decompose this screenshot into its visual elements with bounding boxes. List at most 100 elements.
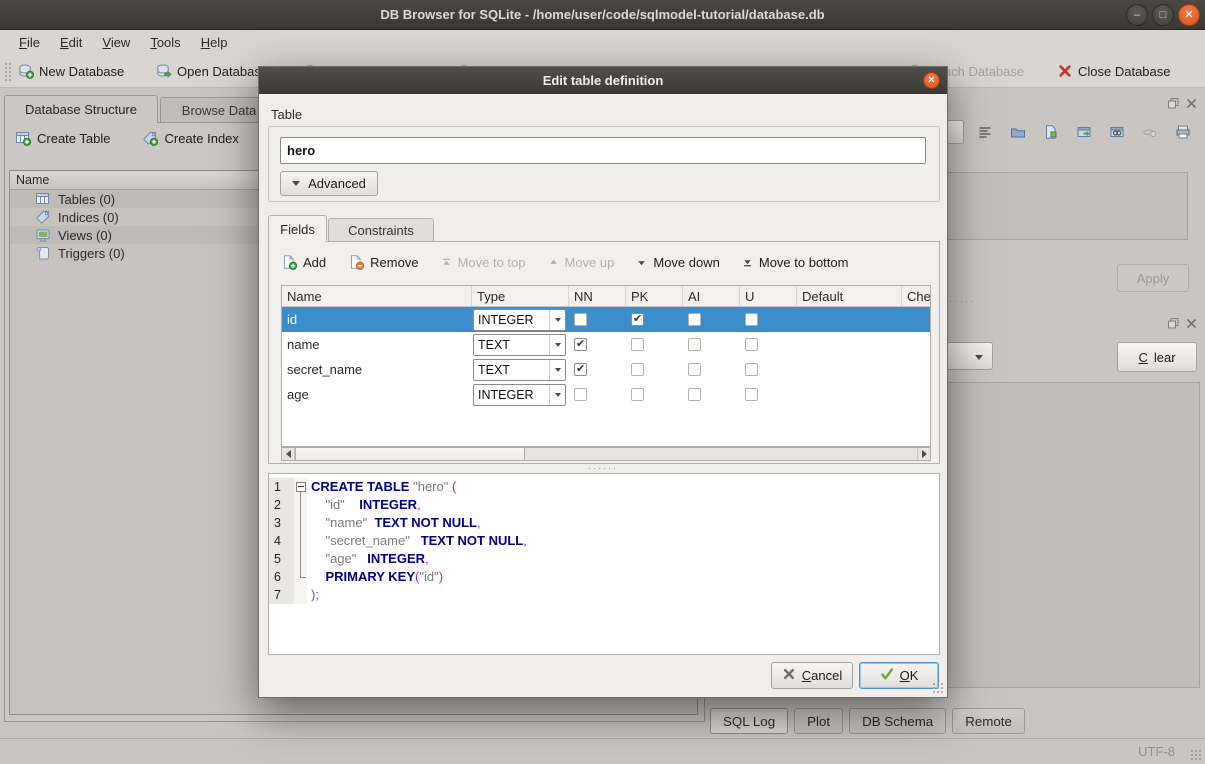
toolbar-grip[interactable] [4,62,11,81]
fold-marker[interactable] [294,532,307,550]
column-header-check[interactable]: Check [902,286,931,306]
field-name-cell[interactable]: age [282,387,472,402]
cell-null-icon[interactable] [1138,120,1162,144]
field-row[interactable]: idINTEGER [282,307,930,332]
scroll-right-icon[interactable] [917,448,930,460]
dock-close-icon[interactable] [1184,316,1198,330]
field-row[interactable]: nameTEXT [282,332,930,357]
dialog-resize-grip[interactable] [932,682,944,694]
cell-export-icon[interactable] [1039,120,1063,144]
apply-button[interactable]: Apply [1117,264,1189,292]
dialog-splitter[interactable]: ······ [259,465,947,471]
chevron-down-icon[interactable] [549,310,565,330]
nn-checkbox[interactable] [574,313,587,326]
sql-preview[interactable]: 1CREATE TABLE "hero" (2 "id" INTEGER,3 "… [268,473,940,655]
ai-checkbox[interactable] [688,313,701,326]
field-name-cell[interactable]: id [282,312,472,327]
move-down-button[interactable]: Move down [636,255,719,270]
toolbar-close-database[interactable]: Close Database [1053,58,1175,84]
tab-sql-log[interactable]: SQL Log [710,708,788,734]
minimize-button[interactable]: – [1126,4,1148,26]
cell-mode-combo[interactable] [948,120,964,144]
chevron-down-icon[interactable] [549,385,565,405]
type-combo[interactable]: TEXT [473,359,566,381]
move-up-button[interactable]: Move up [548,255,615,270]
column-header-nn[interactable]: NN [569,286,626,306]
toolbar-new-database[interactable]: New Database [14,58,128,84]
dialog-close-icon[interactable]: ✕ [923,72,940,89]
fold-marker[interactable] [294,586,307,604]
menu-view[interactable]: View [93,32,139,53]
u-checkbox[interactable] [745,363,758,376]
u-checkbox[interactable] [745,338,758,351]
menu-file[interactable]: File [10,32,49,53]
fold-marker[interactable] [294,496,307,514]
clear-log-button[interactable]: Clear [1117,342,1197,372]
ai-checkbox[interactable] [688,338,701,351]
column-header-pk[interactable]: PK [626,286,683,306]
tab-constraints[interactable]: Constraints [328,218,434,242]
cell-import-icon[interactable] [1006,120,1030,144]
pk-checkbox[interactable] [631,313,644,326]
tab-plot[interactable]: Plot [794,708,843,734]
toolbar-open-database[interactable]: Open Database [152,58,272,84]
create-table-button[interactable]: Create Table [15,130,110,146]
cell-apply-icon[interactable] [1072,120,1096,144]
dock-float-icon[interactable] [1166,316,1180,330]
close-window-button[interactable]: ✕ [1178,4,1200,26]
dock-float-icon[interactable] [1166,96,1180,110]
column-header-name[interactable]: Name [282,286,472,306]
cell-link-icon[interactable] [1105,120,1129,144]
u-checkbox[interactable] [745,313,758,326]
create-index-button[interactable]: Create Index [142,130,238,146]
column-header-u[interactable]: U [740,286,797,306]
scroll-left-icon[interactable] [282,448,295,460]
pk-checkbox[interactable] [631,338,644,351]
pk-checkbox[interactable] [631,388,644,401]
type-combo[interactable]: INTEGER [473,384,566,406]
ok-button[interactable]: OK [859,662,939,689]
type-combo[interactable]: INTEGER [473,309,566,331]
fold-marker[interactable] [294,478,307,496]
fold-marker[interactable] [294,568,307,586]
move-to-top-button[interactable]: Move to top [441,255,526,270]
tab-remote[interactable]: Remote [952,708,1025,734]
ai-checkbox[interactable] [688,363,701,376]
u-checkbox[interactable] [745,388,758,401]
field-row[interactable]: secret_nameTEXT [282,357,930,382]
menu-edit[interactable]: Edit [51,32,91,53]
horizontal-scrollbar[interactable] [281,447,931,461]
nn-checkbox[interactable] [574,363,587,376]
tab-db-schema[interactable]: DB Schema [849,708,946,734]
pk-checkbox[interactable] [631,363,644,376]
add-button[interactable]: Add [281,254,326,270]
tab-fields[interactable]: Fields [268,215,327,242]
cell-print-icon[interactable] [1171,120,1195,144]
cancel-button[interactable]: Cancel [771,662,853,689]
field-row[interactable]: ageINTEGER [282,382,930,407]
scrollbar-thumb[interactable] [295,448,525,460]
nn-checkbox[interactable] [574,388,587,401]
ai-checkbox[interactable] [688,388,701,401]
fold-marker[interactable] [294,550,307,568]
resize-grip[interactable] [1190,749,1203,762]
field-name-cell[interactable]: name [282,337,472,352]
dock-close-icon[interactable] [1184,96,1198,110]
column-header-default[interactable]: Default [797,286,902,306]
field-name-cell[interactable]: secret_name [282,362,472,377]
menu-help[interactable]: Help [192,32,237,53]
advanced-button[interactable]: Advanced [280,171,378,196]
move-to-bottom-button[interactable]: Move to bottom [742,255,849,270]
remove-button[interactable]: Remove [348,254,418,270]
fold-marker[interactable] [294,514,307,532]
type-combo[interactable]: TEXT [473,334,566,356]
menu-tools[interactable]: Tools [141,32,189,53]
tab-database-structure[interactable]: Database Structure [4,95,158,123]
nn-checkbox[interactable] [574,338,587,351]
chevron-down-icon[interactable] [549,335,565,355]
column-header-type[interactable]: Type [472,286,569,306]
table-name-input[interactable] [280,137,926,164]
maximize-button[interactable]: □ [1152,4,1174,26]
chevron-down-icon[interactable] [549,360,565,380]
cell-mode-icon[interactable] [973,120,997,144]
